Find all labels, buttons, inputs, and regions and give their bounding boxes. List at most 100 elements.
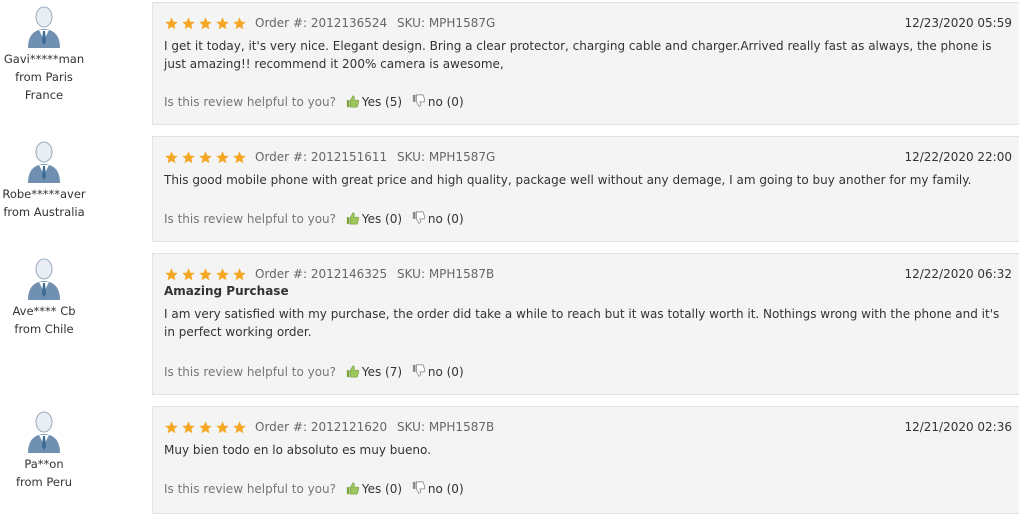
star-icon [164,267,179,282]
order-meta: Order #: 2012136524 SKU: MPH1587G [255,16,501,30]
helpful-question: Is this review helpful to you? [164,482,337,496]
helpful-yes-button[interactable]: Yes (0) [346,211,402,226]
thumbs-up-icon [346,365,359,378]
helpful-bar: Is this review helpful to you? Yes (0) n… [164,481,464,496]
reviewer-info: Ave**** Cb from Chile [0,256,88,338]
thumbs-up-icon [346,95,359,108]
review-text: This good mobile phone with great price … [164,173,972,187]
star-rating [164,420,249,438]
review-card: Order #: 2012136524 SKU: MPH1587G 12/23/… [152,2,1019,125]
helpful-question: Is this review helpful to you? [164,365,337,379]
review-date: 12/23/2020 05:59 [904,16,1012,30]
reviewer-country: France [24,88,64,102]
helpful-bar: Is this review helpful to you? Yes (5) n… [164,94,464,109]
reviewer-from: from Paris [15,70,73,84]
yes-label: Yes (5) [361,95,403,109]
review-date: 12/22/2020 06:32 [904,267,1012,281]
star-icon [198,267,213,282]
star-rating [164,16,249,34]
review-date: 12/22/2020 22:00 [904,150,1012,164]
thumbs-down-icon [412,211,426,224]
no-label: no (0) [427,95,464,109]
review-card: Order #: 2012151611 SKU: MPH1587G 12/22/… [152,136,1019,242]
order-number: Order #: 2012146325 [255,267,388,281]
star-icon [181,150,196,165]
reviewer-name: Gavi*****man [3,52,85,66]
thumbs-up-icon [346,212,359,225]
helpful-yes-button[interactable]: Yes (7) [346,364,402,379]
reviewer-name: Ave**** Cb [12,304,76,318]
order-meta: Order #: 2012121620 SKU: MPH1587B [255,420,500,434]
helpful-no-button[interactable]: no (0) [412,481,464,496]
star-icon [215,16,230,31]
yes-label: Yes (0) [361,482,403,496]
user-avatar-icon [25,139,63,183]
reviewer-from: from Chile [14,322,74,336]
yes-label: Yes (7) [361,365,403,379]
star-icon [181,267,196,282]
star-icon [164,150,179,165]
sku: SKU: MPH1587G [397,150,496,164]
order-meta: Order #: 2012146325 SKU: MPH1587B [255,267,500,281]
sku: SKU: MPH1587G [397,16,496,30]
order-number: Order #: 2012121620 [255,420,388,434]
star-icon [198,150,213,165]
review-text: I am very satisfied with my purchase, th… [164,307,1000,339]
reviewer-info: Robe*****aver from Australia [0,139,88,221]
no-label: no (0) [427,482,464,496]
helpful-question: Is this review helpful to you? [164,212,337,226]
helpful-no-button[interactable]: no (0) [412,211,464,226]
star-icon [164,16,179,31]
reviewer-name: Robe*****aver [2,187,86,201]
star-icon [232,16,247,31]
reviewer-from: from Australia [3,205,85,219]
reviewer-info: Pa**on from Peru [0,409,88,491]
sku: SKU: MPH1587B [397,267,495,281]
yes-label: Yes (0) [361,212,403,226]
star-icon [215,267,230,282]
user-avatar-icon [25,409,63,453]
thumbs-down-icon [412,481,426,494]
star-icon [198,16,213,31]
star-icon [232,150,247,165]
review-text: I get it today, it's very nice. Elegant … [164,39,992,71]
thumbs-up-icon [346,482,359,495]
review-title: Amazing Purchase [164,284,289,298]
star-rating [164,150,249,168]
order-number: Order #: 2012151611 [255,150,388,164]
no-label: no (0) [427,212,464,226]
star-rating [164,267,249,285]
review-date: 12/21/2020 02:36 [904,420,1012,434]
helpful-yes-button[interactable]: Yes (5) [346,94,402,109]
review-header: Order #: 2012151611 SKU: MPH1587G 12/22/… [164,150,1012,166]
star-icon [181,420,196,435]
star-icon [215,420,230,435]
star-icon [198,420,213,435]
helpful-bar: Is this review helpful to you? Yes (0) n… [164,211,464,226]
helpful-no-button[interactable]: no (0) [412,94,464,109]
review-card: Order #: 2012121620 SKU: MPH1587B 12/21/… [152,406,1019,514]
review-header: Order #: 2012121620 SKU: MPH1587B 12/21/… [164,420,1012,436]
reviewer-info: Gavi*****man from Paris France [0,4,88,104]
reviewer-name: Pa**on [24,457,64,471]
helpful-question: Is this review helpful to you? [164,95,337,109]
order-meta: Order #: 2012151611 SKU: MPH1587G [255,150,501,164]
reviewer-from: from Peru [15,475,73,489]
star-icon [181,16,196,31]
sku: SKU: MPH1587B [397,420,495,434]
star-icon [215,150,230,165]
review-card: Order #: 2012146325 SKU: MPH1587B 12/22/… [152,253,1019,395]
helpful-no-button[interactable]: no (0) [412,364,464,379]
thumbs-down-icon [412,364,426,377]
review-text: Muy bien todo en lo absoluto es muy buen… [164,443,431,457]
thumbs-down-icon [412,94,426,107]
user-avatar-icon [25,256,63,300]
no-label: no (0) [427,365,464,379]
star-icon [164,420,179,435]
helpful-yes-button[interactable]: Yes (0) [346,481,402,496]
star-icon [232,267,247,282]
review-header: Order #: 2012136524 SKU: MPH1587G 12/23/… [164,16,1012,32]
order-number: Order #: 2012136524 [255,16,388,30]
helpful-bar: Is this review helpful to you? Yes (7) n… [164,364,464,379]
user-avatar-icon [25,4,63,48]
